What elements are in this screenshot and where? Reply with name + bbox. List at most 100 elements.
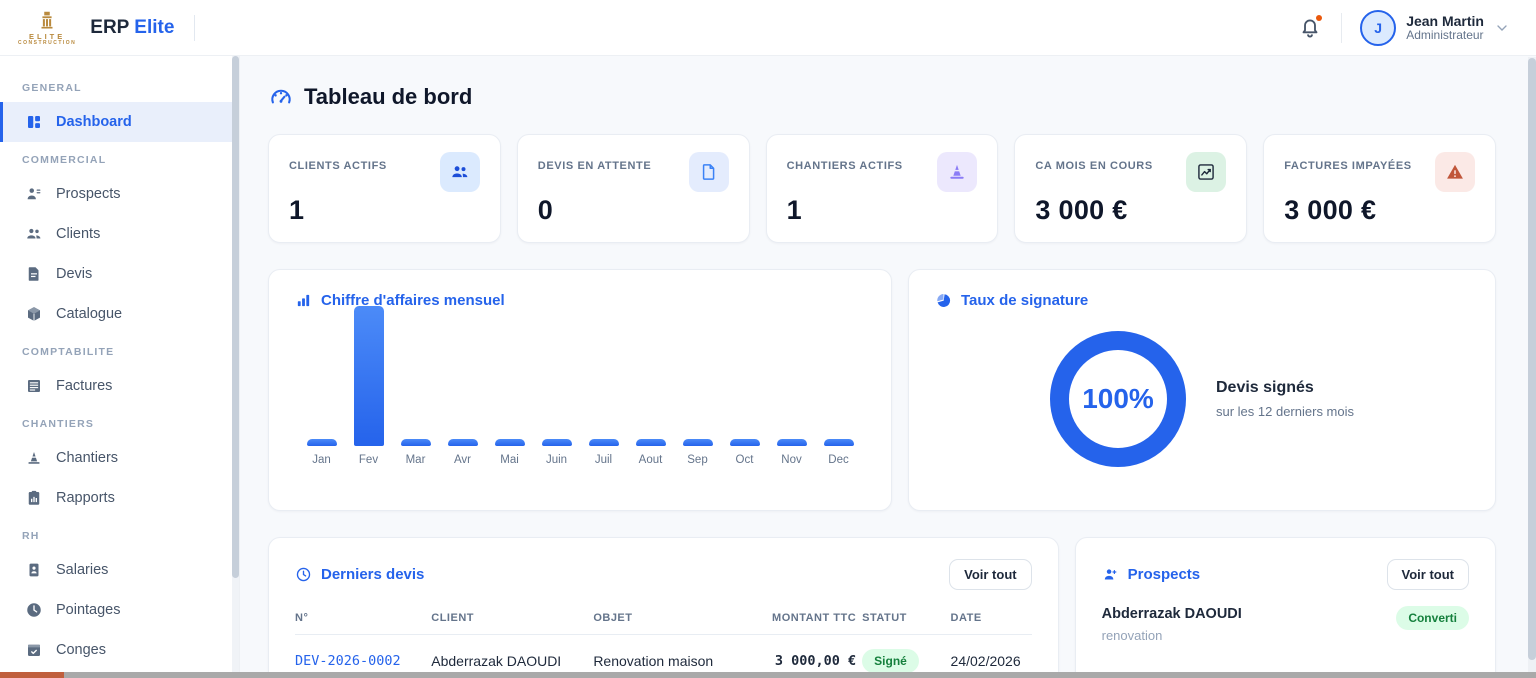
sidebar-label: Factures (56, 378, 112, 394)
quote-client: Abderrazak DAOUDI (431, 635, 593, 674)
quotes-title: Derniers devis (295, 566, 424, 583)
stats-row: CLIENTS ACTIFS 1 DEVIS EN ATTENTE 0 (268, 134, 1496, 243)
stat-card-chantiers-actifs: CHANTIERS ACTIFS 1 (766, 134, 999, 243)
stat-value: 0 (538, 195, 729, 226)
sidebar-scrollbar[interactable] (232, 56, 239, 678)
bar-label: Sep (687, 454, 707, 466)
charts-row: Chiffre d'affaires mensuel JanFevMarAvrM… (268, 269, 1496, 511)
page-scrollbar-thumb[interactable] (1528, 58, 1536, 660)
signature-legend: Devis signés sur les 12 derniers mois (1216, 379, 1354, 419)
bar-column: Dec (815, 439, 862, 466)
signature-title: Taux de signature (935, 292, 1469, 309)
notifications-button[interactable] (1297, 15, 1323, 41)
clipboard-chart-icon (25, 489, 43, 507)
user-menu[interactable]: J Jean Martin Administrateur (1360, 10, 1510, 46)
top-header: ELITE CONSTRUCTION ERP Elite J Jean Mart… (0, 0, 1536, 56)
stat-label: FACTURES IMPAYÉES (1284, 160, 1412, 172)
bar-column: Jan (298, 439, 345, 466)
sidebar-item-rapports[interactable]: Rapports (0, 478, 239, 518)
page-scrollbar[interactable] (1528, 57, 1536, 678)
quote-number-link[interactable]: DEV-2026-0002 (295, 635, 431, 674)
sidebar-scrollbar-thumb[interactable] (232, 56, 239, 578)
stat-label: CHANTIERS ACTIFS (787, 160, 903, 172)
status-badge: Signé (862, 649, 919, 673)
clock-icon (25, 601, 43, 619)
quotes-title-text: Derniers devis (321, 566, 424, 583)
bottom-progress-bar[interactable] (0, 672, 1536, 678)
chevron-down-icon (1494, 20, 1510, 36)
calendar-check-icon (25, 641, 43, 659)
page-title-text: Tableau de bord (304, 84, 472, 110)
quotes-table: N° CLIENT OBJET MONTANT TTC STATUT DATE … (295, 606, 1032, 673)
stat-value: 3 000 € (1035, 195, 1226, 226)
sidebar-item-factures[interactable]: Factures (0, 366, 239, 406)
bar-column: Juin (533, 439, 580, 466)
sidebar-item-chantiers[interactable]: Chantiers (0, 438, 239, 478)
bar-label: Juil (595, 454, 612, 466)
users-icon (25, 225, 43, 243)
header-divider (1341, 13, 1342, 43)
badge-person-icon (25, 561, 43, 579)
signature-percent: 100% (1082, 383, 1154, 415)
bar-label: Juin (546, 454, 567, 466)
warning-icon (1435, 152, 1475, 192)
stat-card-devis-attente: DEVIS EN ATTENTE 0 (517, 134, 750, 243)
header-actions: J Jean Martin Administrateur (1297, 10, 1510, 46)
bar (354, 306, 384, 446)
sidebar-label: Pointages (56, 602, 121, 618)
building-icon (36, 9, 58, 31)
bar-column: Mar (392, 439, 439, 466)
signature-card: Taux de signature 100% Devis signés sur … (908, 269, 1496, 511)
sidebar-item-devis[interactable]: Devis (0, 254, 239, 294)
quotes-view-all-button[interactable]: Voir tout (949, 559, 1031, 590)
page-title: Tableau de bord (268, 84, 1496, 110)
latest-quotes-card: Derniers devis Voir tout N° CLIENT OBJET… (268, 537, 1059, 678)
sidebar-label: Clients (56, 226, 100, 242)
prospects-title: Prospects (1102, 566, 1201, 583)
sidebar-item-prospects[interactable]: Prospects (0, 174, 239, 214)
quote-table-row[interactable]: DEV-2026-0002 Abderrazak DAOUDI Renovati… (295, 635, 1032, 674)
revenue-chart-card: Chiffre d'affaires mensuel JanFevMarAvrM… (268, 269, 892, 511)
col-header-statut: STATUT (862, 606, 950, 635)
sidebar-item-conges[interactable]: Conges (0, 630, 239, 670)
bar-column: Avr (439, 439, 486, 466)
invoice-icon (25, 377, 43, 395)
bar-label: Mar (406, 454, 426, 466)
prospect-description: renovation (1102, 628, 1242, 643)
brand: ELITE CONSTRUCTION ERP Elite (18, 9, 195, 47)
cube-icon (25, 305, 43, 323)
sidebar-item-pointages[interactable]: Pointages (0, 590, 239, 630)
sidebar-item-clients[interactable]: Clients (0, 214, 239, 254)
users-icon (440, 152, 480, 192)
dashboard-icon (25, 113, 43, 131)
sidebar-label: Catalogue (56, 306, 122, 322)
sidebar-section-chantiers: CHANTIERS (0, 406, 239, 438)
col-header-num: N° (295, 606, 431, 635)
prospect-list-item[interactable]: Abderrazak DAOUDI renovation Converti (1102, 606, 1469, 643)
bar (448, 439, 478, 446)
sidebar-section-general: GENERAL (0, 70, 239, 102)
stat-value: 1 (787, 195, 978, 226)
stat-value: 3 000 € (1284, 195, 1475, 226)
sidebar-item-dashboard[interactable]: Dashboard (0, 102, 239, 142)
bar-chart-icon (295, 292, 312, 309)
notification-dot (1316, 15, 1322, 21)
signature-title-text: Taux de signature (961, 292, 1088, 309)
bar (730, 439, 760, 446)
person-plus-icon (1102, 566, 1119, 583)
clock-icon (295, 566, 312, 583)
app-title: ERP Elite (90, 17, 174, 39)
quotes-head: Derniers devis Voir tout (295, 559, 1032, 590)
bar (495, 439, 525, 446)
col-header-client: CLIENT (431, 606, 593, 635)
file-icon (689, 152, 729, 192)
bar-column: Sep (674, 439, 721, 466)
sidebar-item-salaries[interactable]: Salaries (0, 550, 239, 590)
col-header-date: DATE (951, 606, 1032, 635)
stat-value: 1 (289, 195, 480, 226)
sidebar-section-commercial: COMMERCIAL (0, 142, 239, 174)
signature-body: 100% Devis signés sur les 12 derniers mo… (935, 309, 1469, 488)
prospects-view-all-button[interactable]: Voir tout (1387, 559, 1469, 590)
sidebar-item-catalogue[interactable]: Catalogue (0, 294, 239, 334)
bar (307, 439, 337, 446)
